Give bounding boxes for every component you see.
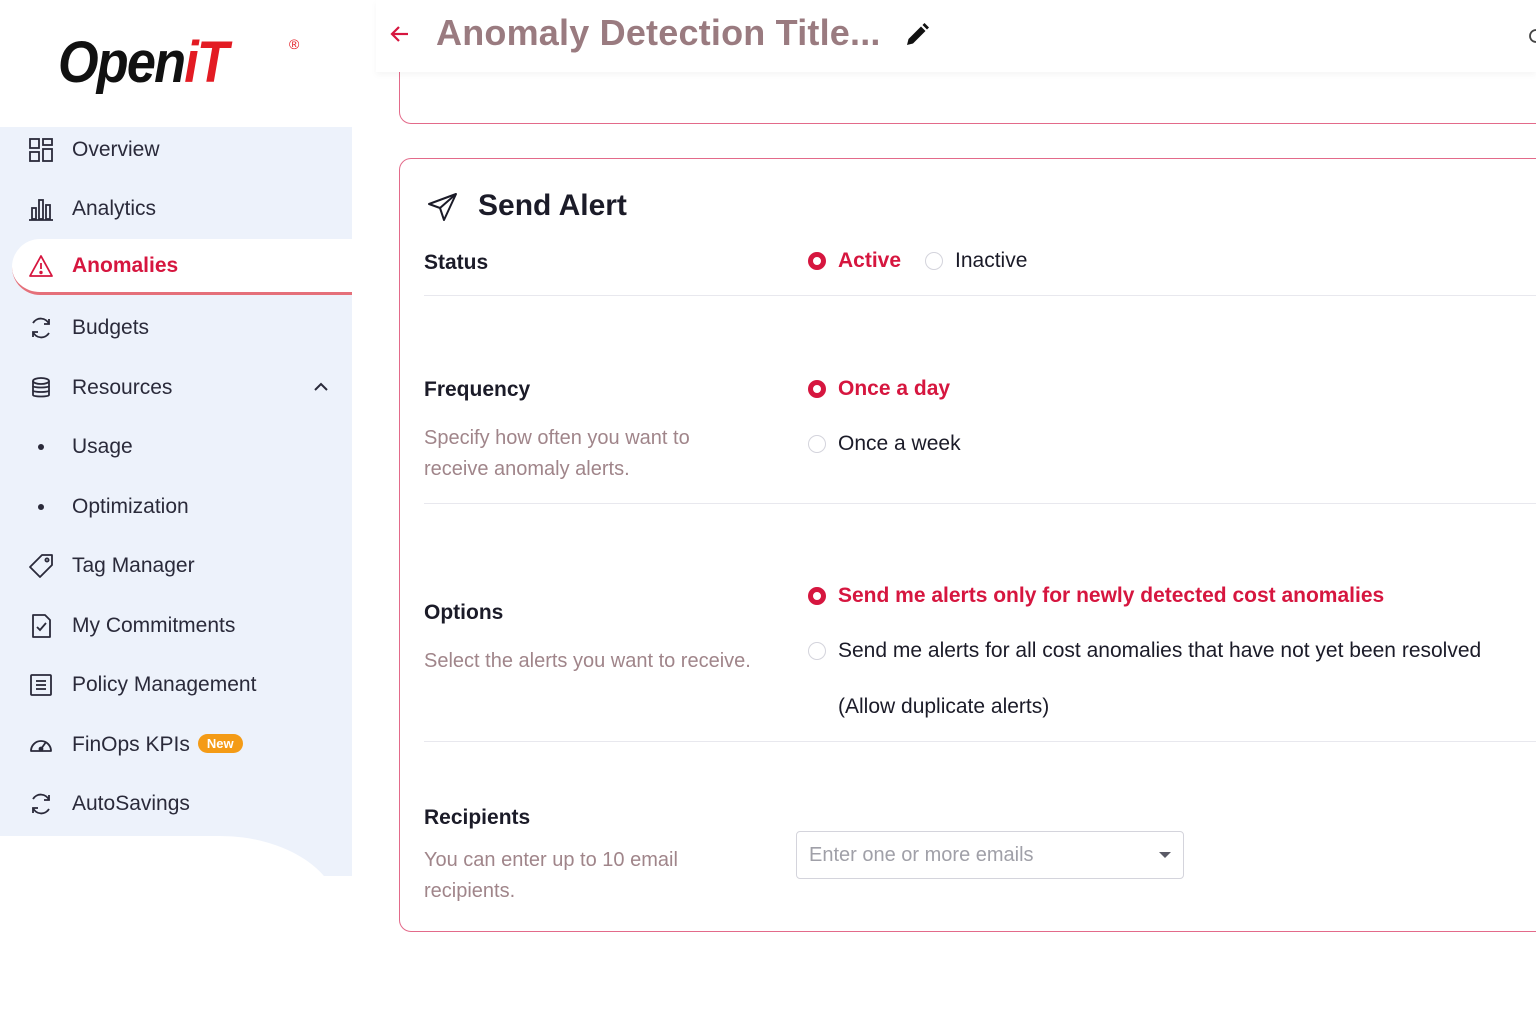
status-active-radio[interactable]: Active bbox=[808, 249, 901, 273]
options-all-unresolved-radio[interactable]: Send me alerts for all cost anomalies th… bbox=[808, 639, 1481, 663]
checked-doc-icon bbox=[28, 613, 54, 639]
logo-wordmark: OpeniT bbox=[58, 30, 229, 95]
sidebar-curve bbox=[0, 836, 352, 876]
send-icon bbox=[427, 192, 459, 227]
sidebar-item-label: Optimization bbox=[72, 495, 189, 518]
sidebar: Overview Analytics Anomalies Budgets Res… bbox=[0, 127, 352, 838]
new-badge: New bbox=[197, 734, 243, 753]
options-label: Options bbox=[424, 601, 504, 624]
sidebar-item-overview[interactable]: Overview bbox=[0, 122, 352, 178]
radio-unselected-icon bbox=[808, 435, 826, 453]
recipients-description: You can enter up to 10 email recipients. bbox=[424, 849, 678, 902]
sidebar-item-policy-management[interactable]: Policy Management bbox=[0, 657, 352, 713]
list-doc-icon bbox=[28, 672, 54, 698]
sidebar-item-budgets[interactable]: Budgets bbox=[0, 300, 352, 356]
bullet-icon bbox=[38, 444, 44, 450]
frequency-description: Specify how often you want to receive an… bbox=[424, 427, 690, 480]
frequency-once-a-week-radio[interactable]: Once a week bbox=[808, 432, 961, 456]
back-arrow-icon[interactable] bbox=[388, 20, 412, 53]
sidebar-item-tag-manager[interactable]: Tag Manager bbox=[0, 538, 352, 594]
recipients-label: Recipients bbox=[424, 806, 531, 829]
duplicate-alerts-note: (Allow duplicate alerts) bbox=[838, 695, 1050, 718]
overflow-icon[interactable] bbox=[1522, 24, 1536, 53]
brand-logo[interactable]: OpeniT ® bbox=[0, 0, 352, 128]
warning-icon bbox=[28, 253, 54, 279]
sidebar-item-label: AutoSavings bbox=[72, 792, 190, 815]
page-title: Anomaly Detection Title... bbox=[436, 12, 881, 53]
bullet-icon bbox=[38, 504, 44, 510]
radio-selected-icon bbox=[808, 380, 826, 398]
registered-mark: ® bbox=[289, 36, 300, 52]
sidebar-item-label: Overview bbox=[72, 138, 160, 161]
refresh-icon bbox=[28, 791, 54, 817]
sidebar-item-finops-kpis[interactable]: FinOps KPIs New bbox=[0, 717, 352, 773]
sidebar-item-label: Analytics bbox=[72, 197, 157, 220]
radio-selected-icon bbox=[808, 252, 826, 270]
sidebar-item-resources[interactable]: Resources bbox=[0, 360, 352, 416]
divider bbox=[424, 503, 1536, 504]
section-title: Send Alert bbox=[478, 189, 627, 222]
tag-icon bbox=[28, 553, 54, 579]
sidebar-item-label: Resources bbox=[72, 376, 173, 399]
radio-selected-icon bbox=[808, 587, 826, 605]
sidebar-item-label: FinOps KPIs New bbox=[72, 733, 243, 757]
sidebar-item-optimization[interactable]: Optimization bbox=[0, 479, 352, 535]
caret-down-icon[interactable] bbox=[1159, 852, 1171, 858]
refresh-icon bbox=[28, 315, 54, 341]
status-label: Status bbox=[424, 251, 489, 274]
recipients-email-input[interactable] bbox=[809, 842, 1139, 868]
sidebar-item-label: My Commitments bbox=[72, 614, 236, 637]
divider bbox=[424, 295, 1536, 296]
frequency-label: Frequency bbox=[424, 378, 531, 401]
radio-unselected-icon bbox=[925, 252, 943, 270]
sidebar-item-label: Tag Manager bbox=[72, 554, 195, 577]
frequency-once-a-day-radio[interactable]: Once a day bbox=[808, 377, 950, 401]
radio-unselected-icon bbox=[808, 642, 826, 660]
sidebar-item-label: Policy Management bbox=[72, 673, 257, 696]
sidebar-item-autosavings[interactable]: AutoSavings bbox=[0, 776, 352, 832]
sidebar-item-label: Budgets bbox=[72, 316, 150, 339]
pencil-icon[interactable] bbox=[904, 22, 930, 53]
divider bbox=[424, 741, 1536, 742]
sidebar-item-analytics[interactable]: Analytics bbox=[0, 181, 352, 237]
grid-icon bbox=[28, 137, 54, 163]
sidebar-item-label: Anomalies bbox=[72, 253, 179, 277]
status-inactive-radio[interactable]: Inactive bbox=[925, 249, 1027, 273]
options-description: Select the alerts you want to receive. bbox=[424, 650, 751, 672]
bar-chart-icon bbox=[28, 196, 54, 222]
send-alert-card: Send Alert Status Active Inactive Freque… bbox=[399, 158, 1536, 932]
gauge-icon bbox=[28, 732, 54, 758]
page-header: Anomaly Detection Title... bbox=[376, 0, 1536, 72]
options-new-anomalies-radio[interactable]: Send me alerts only for newly detected c… bbox=[808, 584, 1384, 608]
sidebar-item-usage[interactable]: Usage bbox=[0, 419, 352, 475]
recipients-email-select[interactable] bbox=[796, 831, 1184, 879]
sidebar-item-my-commitments[interactable]: My Commitments bbox=[0, 598, 352, 654]
database-icon bbox=[28, 375, 54, 401]
sidebar-item-label: Usage bbox=[72, 435, 133, 458]
sidebar-item-anomalies[interactable]: Anomalies bbox=[12, 239, 352, 295]
chevron-up-icon[interactable] bbox=[312, 378, 330, 401]
